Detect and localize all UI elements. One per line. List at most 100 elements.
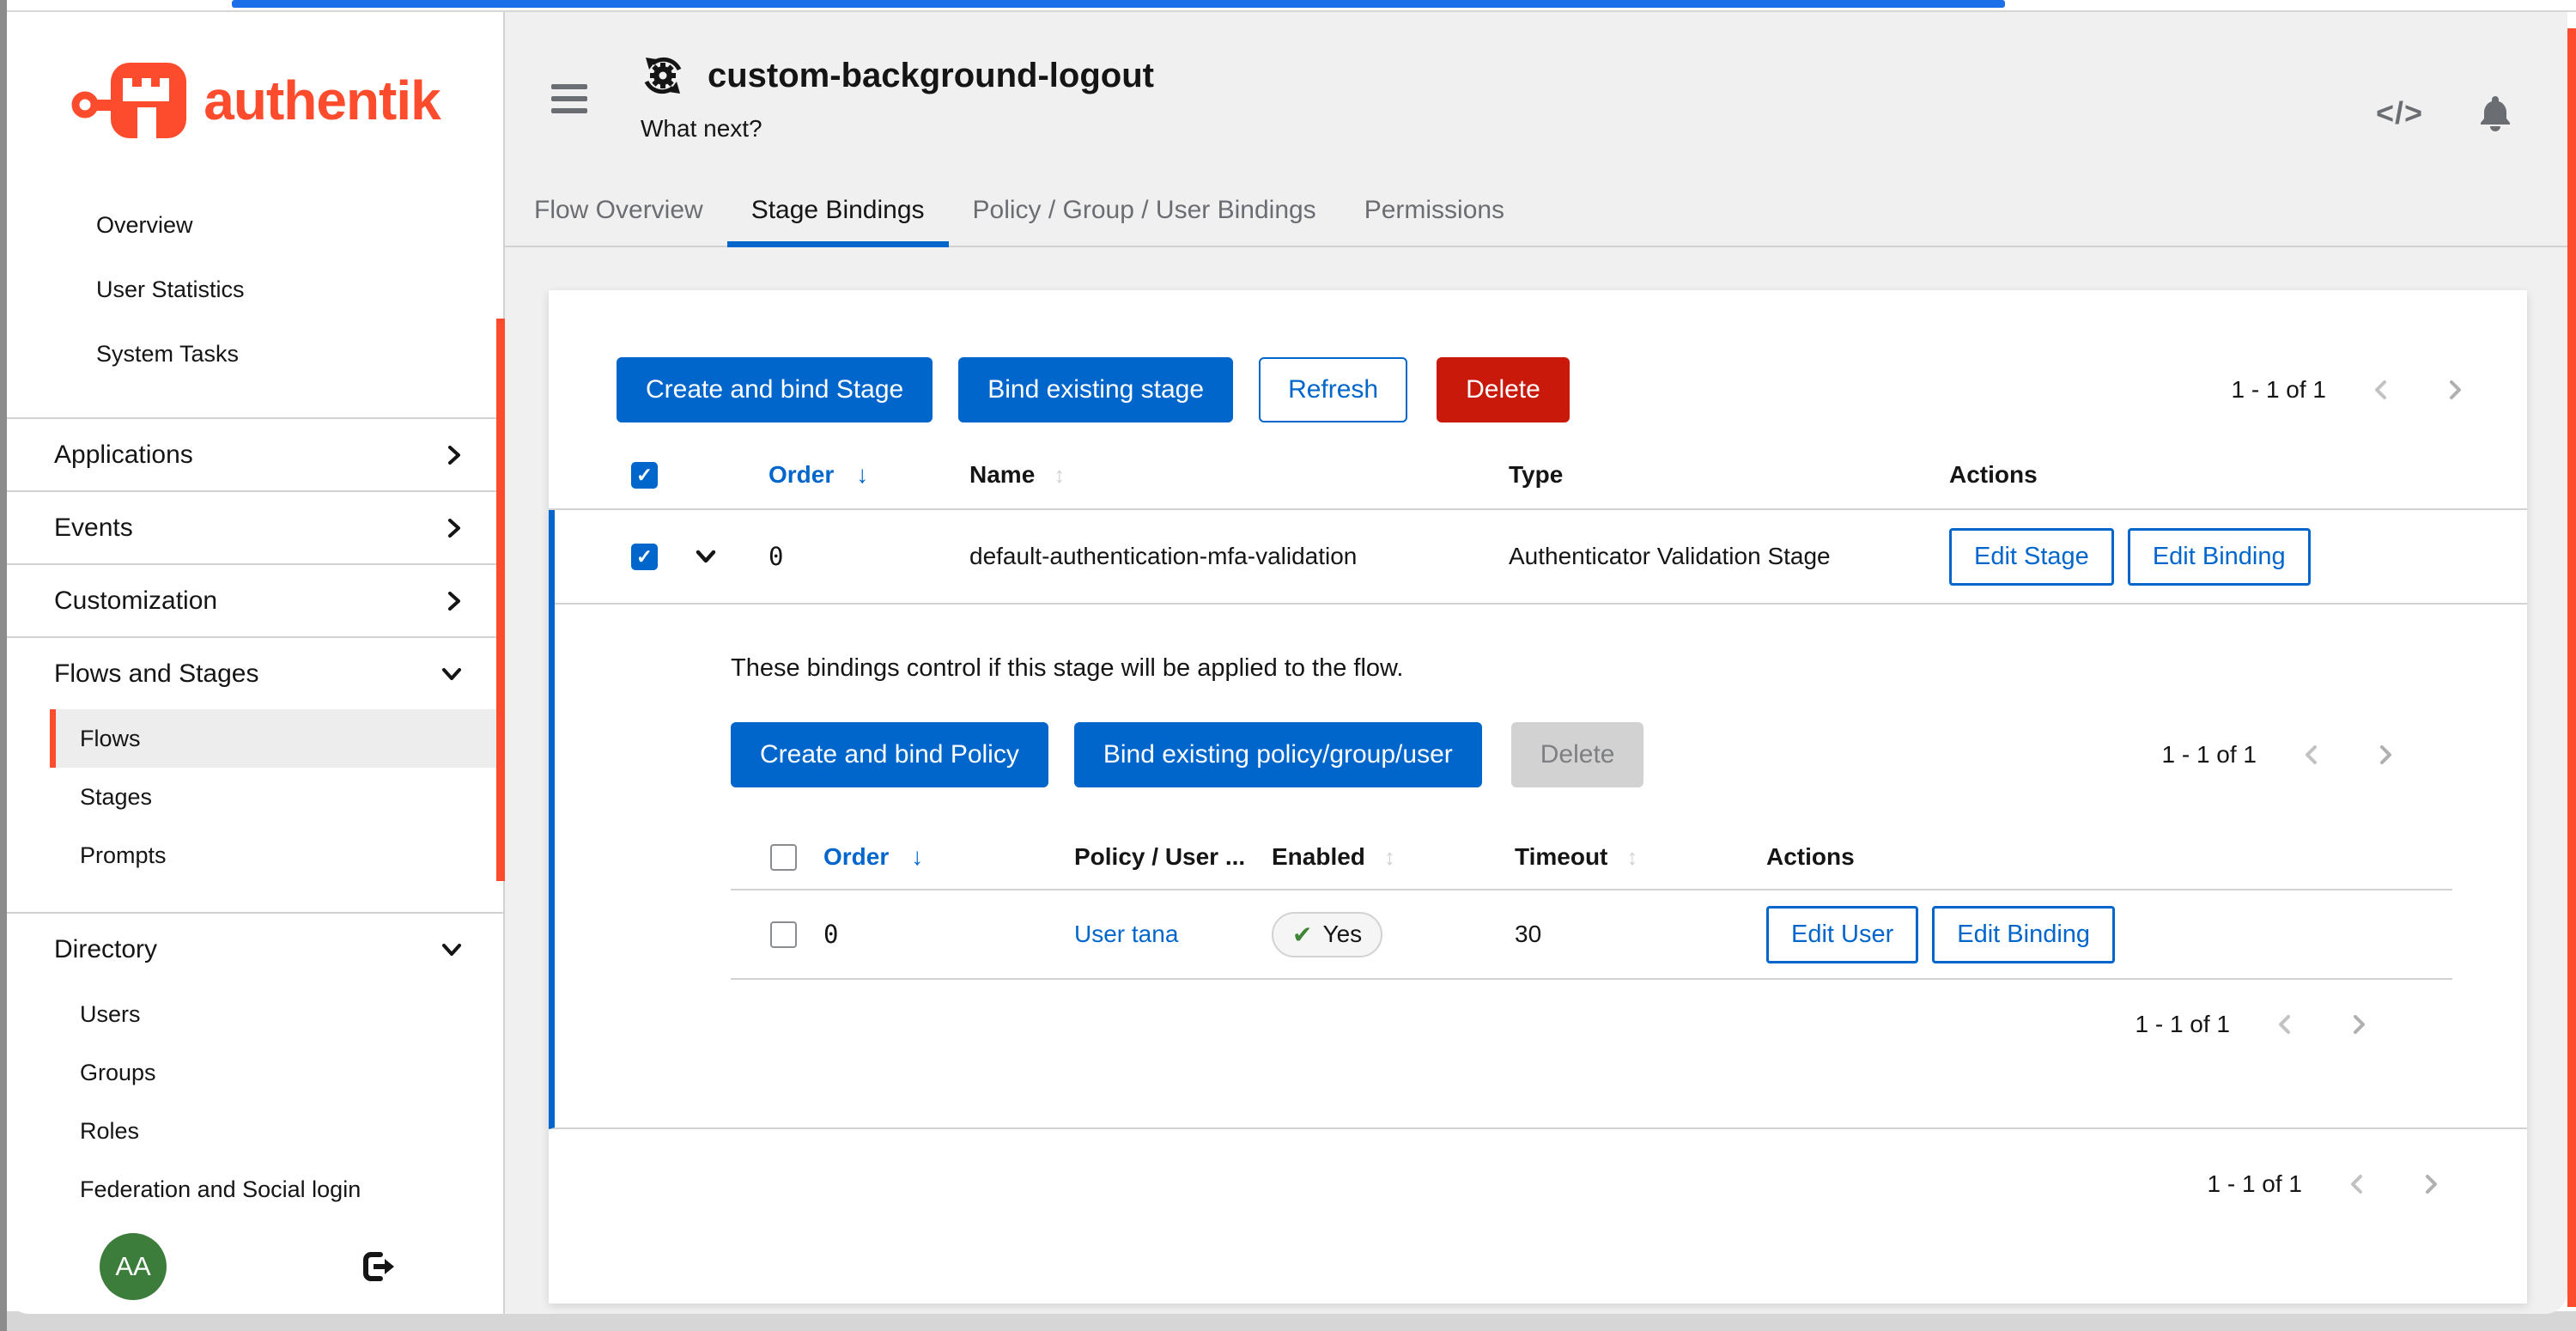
sidebar-item-groups[interactable]: Groups [50, 1043, 503, 1102]
sidebar-subitem-label: Flows [80, 726, 141, 752]
browser-loading-bar [232, 0, 2005, 8]
sidebar-item-federation-social-login[interactable]: Federation and Social login [50, 1160, 503, 1219]
sidebar-item-prompts[interactable]: Prompts [50, 826, 503, 884]
sidebar-item-system-tasks[interactable]: System Tasks [7, 322, 503, 386]
sidebar-top-list: Overview User Statistics System Tasks [7, 188, 503, 417]
directory-sublist: Users Groups Roles Federation and Social… [7, 985, 503, 1246]
column-header-order[interactable]: Order ↓ [823, 843, 1074, 871]
column-header-timeout[interactable]: Timeout↕ [1515, 843, 1766, 871]
row-expand-chevron-icon[interactable] [693, 546, 769, 567]
column-label: Order [823, 843, 889, 870]
pagination-prev-icon[interactable] [2347, 1173, 2367, 1195]
title-block: custom-background-logout What next? [641, 55, 1154, 143]
row-name-value: default-authentication-mfa-validation [969, 543, 1509, 570]
pagination-prev-icon[interactable] [2301, 744, 2322, 766]
authentik-logo[interactable]: authentik [7, 12, 503, 188]
tab-permissions[interactable]: Permissions [1340, 182, 1528, 246]
page-title: custom-background-logout [708, 58, 1154, 93]
bind-existing-stage-button[interactable]: Bind existing stage [958, 357, 1233, 422]
sidebar-item-roles[interactable]: Roles [50, 1102, 503, 1160]
sidebar-item-customization[interactable]: Customization [7, 565, 503, 636]
sidebar-section-directory: Directory Users Groups Roles Federation … [7, 912, 503, 1246]
pagination-next-icon[interactable] [2445, 379, 2465, 401]
sign-out-icon[interactable] [359, 1248, 398, 1285]
column-header-order[interactable]: Order ↓ [769, 461, 969, 489]
sidebar-item-label: Overview [96, 212, 193, 239]
policy-row-checkbox[interactable] [770, 921, 797, 948]
select-all-checkbox[interactable]: ✓ [631, 462, 658, 489]
sidebar-item-flows-and-stages[interactable]: Flows and Stages [7, 638, 503, 709]
sidebar-item-stages[interactable]: Stages [50, 768, 503, 826]
pagination-next-icon[interactable] [2375, 744, 2396, 766]
tab-policy-group-user-bindings[interactable]: Policy / Group / User Bindings [949, 182, 1340, 246]
create-and-bind-policy-button[interactable]: Create and bind Policy [731, 722, 1048, 787]
column-header-name[interactable]: Name↕ [969, 461, 1509, 489]
column-header-enabled[interactable]: Enabled↕ [1272, 843, 1515, 871]
sidebar-subitem-label: Roles [80, 1118, 139, 1145]
tab-bar: Flow Overview Stage Bindings Policy / Gr… [505, 182, 2567, 247]
policy-delete-button[interactable]: Delete [1511, 722, 1644, 787]
chevron-right-icon [445, 589, 464, 613]
user-link[interactable]: User tana [1074, 921, 1178, 947]
column-label: Actions [1766, 843, 1855, 870]
sidebar-section-label: Directory [54, 935, 157, 964]
sidebar-item-user-statistics[interactable]: User Statistics [7, 258, 503, 322]
tab-stage-bindings[interactable]: Stage Bindings [727, 182, 949, 246]
policy-order-value: 0 [823, 920, 1074, 949]
delete-button[interactable]: Delete [1437, 357, 1570, 422]
column-label: Order [769, 461, 834, 488]
sidebar-user-bar: AA [7, 1233, 503, 1300]
sidebar-item-overview[interactable]: Overview [7, 193, 503, 258]
sidebar-item-flows[interactable]: Flows [50, 709, 503, 768]
row-checkbox[interactable]: ✓ [631, 544, 658, 570]
avatar[interactable]: AA [100, 1233, 167, 1300]
sidebar-item-directory[interactable]: Directory [7, 914, 503, 985]
sidebar-item-events[interactable]: Events [7, 492, 503, 563]
sidebar-section-label: Applications [54, 441, 193, 470]
enabled-label: Yes [1322, 921, 1362, 948]
sidebar-scrollbar-thumb[interactable] [496, 319, 505, 881]
edit-binding-button[interactable]: Edit Binding [1932, 906, 2115, 963]
chevron-down-icon [440, 940, 464, 959]
sidebar-section-customization: Customization [7, 563, 503, 636]
edit-stage-button[interactable]: Edit Stage [1949, 528, 2114, 586]
policy-pagination-bottom: 1 - 1 of 1 [731, 1011, 2452, 1038]
bind-existing-policy-button[interactable]: Bind existing policy/group/user [1074, 722, 1482, 787]
sidebar-item-applications[interactable]: Applications [7, 419, 503, 490]
pagination-label: 1 - 1 of 1 [2135, 1011, 2230, 1038]
policy-select-all-checkbox[interactable] [770, 844, 797, 871]
edit-binding-button[interactable]: Edit Binding [2128, 528, 2311, 586]
sidebar-item-users[interactable]: Users [50, 985, 503, 1043]
chevron-right-icon [445, 443, 464, 467]
enabled-badge: ✔ Yes [1272, 912, 1382, 957]
edit-user-button[interactable]: Edit User [1766, 906, 1918, 963]
sidebar-subitem-label: Stages [80, 784, 152, 811]
pagination-next-icon[interactable] [2348, 1013, 2369, 1036]
policy-bindings-table: Order↓ Policy / User ... Enabled↕ Timeou… [731, 825, 2452, 1038]
pagination-prev-icon[interactable] [2371, 379, 2391, 401]
stage-bindings-card: Create and bind Stage Bind existing stag… [549, 290, 2527, 1304]
expanded-row-group: ✓ 0 default-authentication-mfa-validatio… [549, 510, 2527, 1129]
tab-flow-overview[interactable]: Flow Overview [510, 182, 727, 246]
pagination-next-icon[interactable] [2421, 1173, 2441, 1195]
sort-desc-icon: ↓ [911, 843, 923, 870]
create-and-bind-stage-button[interactable]: Create and bind Stage [617, 357, 933, 422]
sort-desc-icon: ↓ [856, 461, 868, 488]
column-label: Enabled [1272, 843, 1365, 870]
hamburger-menu-icon[interactable] [551, 84, 587, 113]
api-code-icon[interactable]: </> [2376, 95, 2423, 131]
notifications-bell-icon[interactable] [2478, 94, 2512, 132]
stage-table-header: ✓ Order↓ Name↕ Type Actions [549, 441, 2527, 510]
sidebar-section-label: Customization [54, 586, 217, 616]
sort-idle-icon: ↕ [1054, 462, 1065, 488]
pagination-prev-icon[interactable] [2275, 1013, 2295, 1036]
row-type-value: Authenticator Validation Stage [1509, 543, 1949, 570]
policy-table-row: 0 User tana ✔ Yes 30 Edit User [731, 890, 2452, 980]
sidebar-section-flows-and-stages: Flows and Stages Flows Stages Prompts [7, 636, 503, 912]
pagination-label: 1 - 1 of 1 [2161, 741, 2257, 769]
refresh-button[interactable]: Refresh [1259, 357, 1407, 422]
window-right-accent [2567, 28, 2576, 1307]
sidebar-subitem-label: Federation and Social login [80, 1176, 361, 1203]
window-bottom-strip [0, 1311, 2576, 1331]
sidebar-subitem-label: Groups [80, 1060, 156, 1086]
